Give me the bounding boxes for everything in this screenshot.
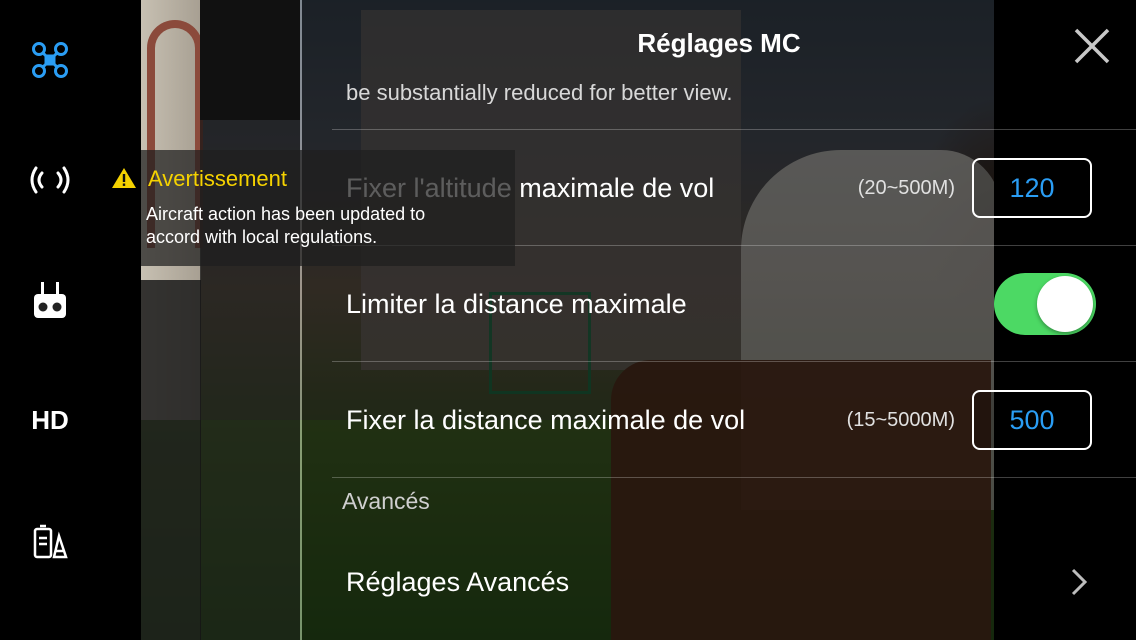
max-distance-input[interactable]: 500 xyxy=(972,390,1092,450)
sidebar-item-hd[interactable]: HD xyxy=(0,403,100,437)
section-title-advanced: Avancés xyxy=(342,488,430,514)
max-distance-range: (15~5000M) xyxy=(846,409,955,431)
warning-message: Aircraft action has been updated to acco… xyxy=(146,203,506,249)
page-title-wrap: Réglages MC xyxy=(302,28,1136,59)
max-distance-label: Fixer la distance maximale de vol xyxy=(346,405,746,435)
sidebar-item-remote-controller[interactable] xyxy=(0,281,100,321)
chevron-right-icon xyxy=(1071,568,1088,596)
close-icon xyxy=(1074,28,1110,64)
row-divider xyxy=(332,129,1136,130)
background-chair xyxy=(141,280,201,640)
max-altitude-input[interactable]: 120 xyxy=(972,158,1092,218)
advanced-settings-item[interactable]: Réglages Avancés xyxy=(346,567,569,598)
remote-controller-icon xyxy=(34,282,66,318)
max-altitude-range: (20~500M) xyxy=(857,177,955,199)
hd-icon: HD xyxy=(31,404,69,435)
row-divider xyxy=(332,477,1136,478)
sidebar-selected-bg xyxy=(200,0,300,120)
signal-icon xyxy=(30,166,70,194)
limit-distance-label: Limiter la distance maximale xyxy=(346,289,687,319)
sidebar-item-battery[interactable] xyxy=(0,522,100,562)
warning-message-line1: Aircraft action has been updated to xyxy=(146,204,426,224)
sidebar-item-aircraft[interactable] xyxy=(0,40,100,80)
aircraft-icon xyxy=(32,42,68,78)
scrolled-description-text: be substantially reduced for better view… xyxy=(346,80,733,104)
warning-title: Avertissement xyxy=(148,166,287,191)
sidebar-item-signal[interactable] xyxy=(0,162,100,198)
warning-message-line2: accord with local regulations. xyxy=(146,227,378,247)
warning-icon xyxy=(112,168,136,188)
limit-distance-toggle[interactable] xyxy=(994,273,1096,335)
scrolled-description: be substantially reduced for better view… xyxy=(346,78,732,104)
close-button[interactable] xyxy=(1070,24,1114,68)
toggle-knob xyxy=(1037,276,1093,332)
warning-icon-wrap xyxy=(111,167,137,194)
advanced-settings-chevron[interactable] xyxy=(1068,566,1090,603)
row-divider xyxy=(332,361,1136,362)
battery-icon xyxy=(33,524,68,559)
page-title: Réglages MC xyxy=(637,28,801,58)
settings-sidebar xyxy=(200,0,302,640)
